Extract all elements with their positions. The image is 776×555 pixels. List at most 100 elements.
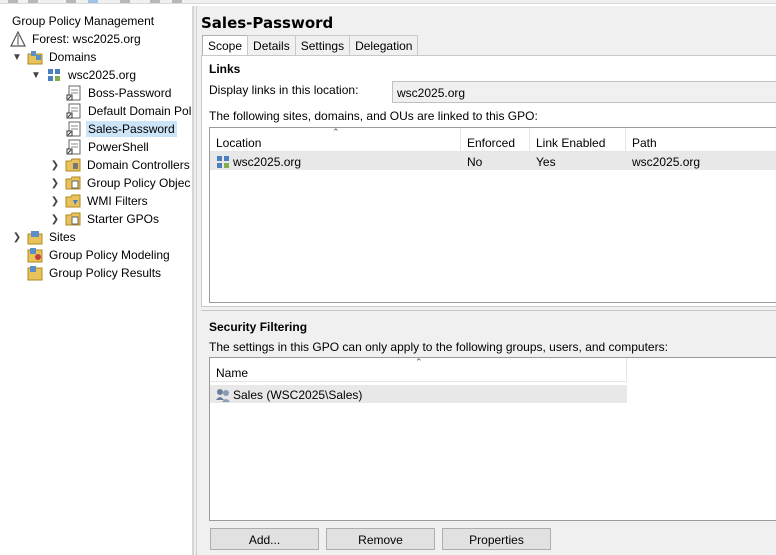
folder-icon [65, 211, 81, 227]
tab-strip: Scope Details Settings Delegation [202, 35, 419, 56]
links-heading: Links [209, 62, 241, 76]
scope-panel: Links Display links in this location: ws… [201, 55, 776, 307]
table-row[interactable]: Sales (WSC2025\Sales) [210, 385, 627, 403]
toolbar-forward-icon[interactable] [28, 0, 38, 3]
link-enabled-cell: Yes [536, 155, 556, 169]
forest-icon [10, 31, 26, 47]
tree-gpo-link-label: PowerShell [88, 140, 149, 154]
column-name-label: Name [216, 366, 249, 380]
tree-sites[interactable]: ❯ Sites [10, 228, 78, 246]
properties-button[interactable]: Properties [442, 528, 551, 550]
tab-details[interactable]: Details [247, 35, 296, 55]
details-pane: Sales-Password Scope Details Settings De… [197, 6, 776, 555]
tree-gpo-link[interactable]: Boss-Password [66, 84, 173, 102]
remove-button[interactable]: Remove [326, 528, 435, 550]
tree-results[interactable]: Group Policy Results [27, 264, 163, 282]
chevron-down-icon[interactable]: ▼ [10, 50, 24, 64]
tree-container-label: Domain Controllers [87, 158, 190, 172]
security-panel: Security Filtering The settings in this … [201, 310, 776, 555]
tree-container[interactable]: ❯ WMI Filters [48, 192, 150, 210]
tree-gpo-link-label: Default Domain Pol [88, 104, 192, 118]
toolbar-strip [0, 0, 776, 4]
link-enforced-cell: No [467, 155, 483, 169]
group-users-icon [215, 387, 231, 403]
tree-forest[interactable]: Forest: wsc2025.org [10, 30, 143, 48]
security-heading: Security Filtering [209, 320, 308, 334]
tree-modeling-label: Group Policy Modeling [49, 248, 170, 262]
tree-gpo-link[interactable]: Default Domain Pol [66, 102, 192, 120]
gpo-link-icon [66, 85, 82, 101]
chevron-right-icon[interactable]: ❯ [10, 230, 24, 244]
links-list[interactable]: ⌃ Location Enforced Link Enabled Path ws… [209, 127, 776, 303]
toolbar-folder-icon[interactable] [66, 0, 76, 3]
domain-icon [215, 154, 231, 170]
tab-delegation[interactable]: Delegation [349, 35, 419, 55]
tree-container[interactable]: ❯ Starter GPOs [48, 210, 161, 228]
tree-domains[interactable]: ▼ Domains [10, 48, 98, 66]
display-links-field[interactable]: wsc2025.org [392, 81, 776, 103]
tab-scope[interactable]: Scope [202, 35, 249, 56]
domain-icon [46, 67, 62, 83]
folder-icon [65, 193, 81, 209]
links-description: The following sites, domains, and OUs ar… [209, 109, 538, 123]
tree-sites-label: Sites [49, 230, 76, 244]
security-entry-cell: Sales (WSC2025\Sales) [215, 385, 362, 403]
link-location-cell: wsc2025.org [215, 152, 301, 170]
tree-container-label: Group Policy Objec [87, 176, 191, 190]
folder-icon [65, 157, 81, 173]
security-description: The settings in this GPO can only apply … [209, 340, 668, 354]
tree-container[interactable]: ❯ Group Policy Objec [48, 174, 192, 192]
links-list-header: ⌃ Location Enforced Link Enabled Path [210, 128, 776, 152]
folder-icon [65, 175, 81, 191]
tree-container-label: WMI Filters [87, 194, 148, 208]
tree-container[interactable]: ❯ Domain Controllers [48, 156, 192, 174]
gpo-link-icon [66, 139, 82, 155]
tree-domain[interactable]: ▼ wsc2025.org [29, 66, 138, 84]
tree-domain-label: wsc2025.org [68, 68, 137, 82]
toolbar-properties-icon[interactable] [120, 0, 130, 3]
tree-gpo-link[interactable]: PowerShell [66, 138, 151, 156]
tab-settings[interactable]: Settings [294, 35, 351, 55]
column-location-label: Location [216, 136, 262, 150]
results-icon [27, 265, 43, 281]
tree-modeling[interactable]: Group Policy Modeling [27, 246, 172, 264]
gpo-link-icon [66, 121, 82, 137]
toolbar-help-icon[interactable] [150, 0, 160, 3]
column-header-path[interactable]: Path [626, 128, 776, 152]
column-header-location[interactable]: ⌃ Location [210, 128, 461, 152]
link-location-text: wsc2025.org [233, 155, 302, 169]
tree-gpo-link-label: Boss-Password [88, 86, 172, 100]
sort-up-icon: ⌃ [415, 357, 423, 367]
add-button[interactable]: Add... [210, 528, 319, 550]
tree-domains-label: Domains [49, 50, 97, 64]
sort-up-icon: ⌃ [332, 127, 340, 137]
link-path-cell: wsc2025.org [632, 155, 701, 169]
column-header-link-enabled[interactable]: Link Enabled [530, 128, 626, 152]
tree-gpo-link-label: Sales-Password [86, 121, 177, 137]
toolbar-back-icon[interactable] [8, 0, 18, 3]
gpo-link-icon [66, 103, 82, 119]
domains-folder-icon [27, 49, 43, 65]
chevron-right-icon[interactable]: ❯ [48, 212, 62, 226]
display-links-label: Display links in this location: [209, 83, 359, 97]
tree-container-label: Starter GPOs [87, 212, 160, 226]
toolbar-view-icon[interactable] [88, 0, 98, 3]
toolbar-refresh-icon[interactable] [172, 0, 182, 3]
tree-root[interactable]: Group Policy Management [10, 12, 156, 30]
security-list-header: ⌃ Name [210, 358, 627, 382]
console-tree: Group Policy Management Forest: wsc2025.… [4, 6, 193, 555]
tree-gpo-link-selected[interactable]: Sales-Password [66, 120, 177, 138]
security-entry-text: Sales (WSC2025\Sales) [233, 388, 363, 402]
security-list[interactable]: ⌃ Name Sales (WSC2025\Sales) [209, 357, 776, 521]
column-header-name[interactable]: ⌃ Name [210, 358, 627, 382]
chevron-down-icon[interactable]: ▼ [29, 68, 43, 82]
modeling-icon [27, 247, 43, 263]
gpo-title: Sales-Password [201, 14, 334, 32]
table-row[interactable]: wsc2025.org No Yes wsc2025.org [210, 152, 776, 170]
chevron-right-icon[interactable]: ❯ [48, 194, 62, 208]
tree-forest-label: Forest: wsc2025.org [32, 32, 141, 46]
chevron-right-icon[interactable]: ❯ [48, 176, 62, 190]
chevron-right-icon[interactable]: ❯ [48, 158, 62, 172]
column-header-enforced[interactable]: Enforced [461, 128, 530, 152]
tree-results-label: Group Policy Results [49, 266, 162, 280]
